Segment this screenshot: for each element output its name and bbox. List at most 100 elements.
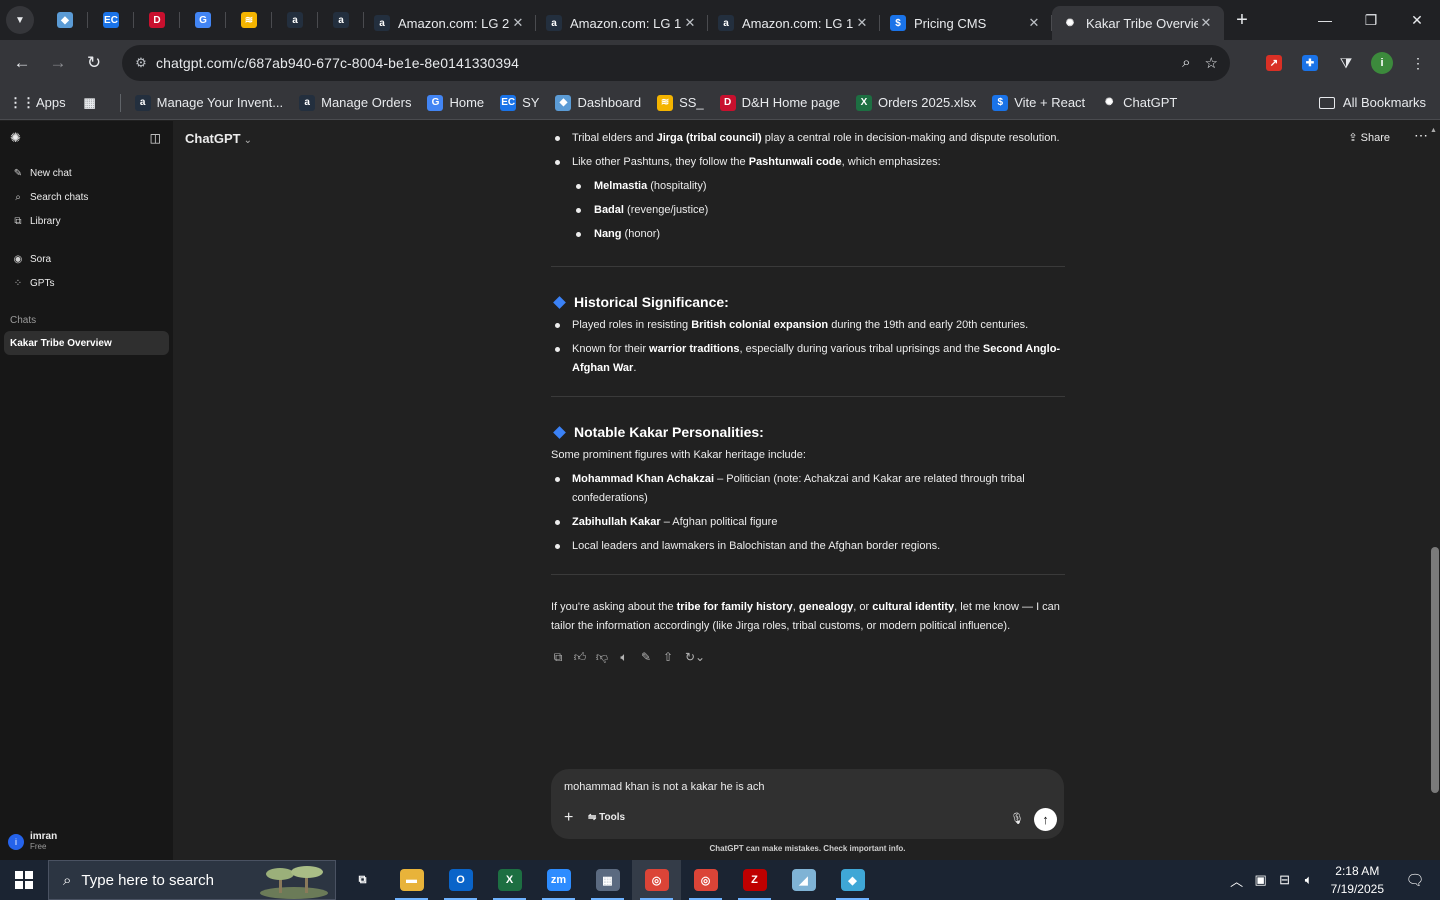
pinned-tab[interactable]: ◆	[42, 0, 88, 40]
volume-icon[interactable]: 🔈︎	[1297, 872, 1321, 888]
reload-button[interactable]: ↻	[76, 45, 112, 81]
sidebar-item-gpts[interactable]: ⁘ GPTs	[0, 271, 173, 295]
network-icon[interactable]: ⊟	[1273, 872, 1297, 888]
close-icon[interactable]: ✕	[854, 15, 870, 31]
bookmark-item[interactable]: a Manage Your Invent...	[134, 94, 283, 111]
browser-tab[interactable]: a Amazon.com: LG 1 ✕	[536, 6, 708, 40]
close-icon[interactable]: ✕	[510, 15, 526, 31]
restore-icon[interactable]: ❐	[1348, 0, 1394, 40]
send-button[interactable]: ↑	[1034, 808, 1057, 831]
pinned-tab[interactable]: EC	[88, 0, 134, 40]
regenerate-icon[interactable]: ↻⌄	[683, 648, 707, 667]
extension-red-icon[interactable]: ↗	[1260, 45, 1288, 81]
taskbar-app[interactable]: ▦	[583, 860, 632, 900]
taskbar-search[interactable]: ⌕ Type here to search	[48, 860, 336, 900]
network-alert-icon[interactable]: ▣	[1249, 872, 1273, 888]
sidebar-item-search-chats[interactable]: ⌕ Search chats	[0, 185, 173, 209]
bookmark-item[interactable]: D D&H Home page	[719, 94, 840, 111]
taskbar-app[interactable]: ◎	[632, 860, 681, 900]
bookmark-item[interactable]: EC SY	[500, 94, 539, 111]
share-message-icon[interactable]: ⇧	[661, 648, 675, 667]
sidebar-item-sora[interactable]: ◉ Sora	[0, 247, 173, 271]
browser-tab[interactable]: a Amazon.com: LG 1 ✕	[708, 6, 880, 40]
site-info-icon[interactable]: ⚙	[126, 55, 156, 71]
bookmark-item[interactable]: ▦	[82, 95, 104, 111]
more-options-icon[interactable]: ⋯	[1414, 127, 1428, 144]
back-button[interactable]: ←	[4, 45, 40, 81]
edit-icon[interactable]: ✎	[639, 648, 653, 667]
taskbar-app[interactable]: O	[436, 860, 485, 900]
bookmark-label: Manage Orders	[321, 95, 412, 110]
bookmark-item[interactable]: ◆ Dashboard	[555, 94, 641, 111]
list-item: Known for their warrior traditions, espe…	[551, 340, 1065, 378]
taskbar-app[interactable]: Z	[730, 860, 779, 900]
forward-button[interactable]: →	[40, 45, 76, 81]
close-icon[interactable]: ✕	[1198, 15, 1214, 31]
list-item: Like other Pashtuns, they follow the Pas…	[551, 153, 1065, 172]
bookmark-item[interactable]: G Home	[427, 94, 484, 111]
bookmark-star-icon[interactable]: ☆	[1205, 54, 1218, 72]
browser-tab[interactable]: ✺ Kakar Tribe Overvie ✕	[1052, 6, 1224, 40]
copy-icon[interactable]: ⧉	[551, 648, 565, 667]
close-window-icon[interactable]: ✕	[1394, 0, 1440, 40]
tab-search-button[interactable]: ▼	[6, 6, 34, 34]
pinned-tab[interactable]: a	[318, 0, 364, 40]
model-selector[interactable]: ChatGPT ⌄	[185, 131, 252, 146]
sidebar-chat-item[interactable]: Kakar Tribe Overview	[4, 331, 169, 355]
new-tab-button[interactable]: +	[1228, 6, 1256, 34]
browser-tab[interactable]: $ Pricing CMS ✕	[880, 6, 1052, 40]
clock[interactable]: 2:18 AM 7/19/2025	[1331, 862, 1384, 898]
pinned-tab[interactable]: D	[134, 0, 180, 40]
thumbs-down-icon[interactable]: 👎︎	[595, 648, 609, 667]
taskbar-app[interactable]: ⧉	[338, 860, 387, 900]
bookmark-label: Orders 2025.xlsx	[877, 95, 977, 110]
scroll-up-icon[interactable]: ▲	[1430, 127, 1437, 134]
taskbar-app[interactable]: ▬	[387, 860, 436, 900]
taskbar-app[interactable]: ◎	[681, 860, 730, 900]
read-aloud-icon[interactable]: 🔈︎	[617, 648, 631, 667]
extension-blue-icon[interactable]: ✚	[1296, 45, 1324, 81]
pinned-tab[interactable]: G	[180, 0, 226, 40]
all-bookmarks-button[interactable]: All Bookmarks	[1318, 95, 1426, 110]
browser-tab[interactable]: a Amazon.com: LG 2 ✕	[364, 6, 536, 40]
profile-button[interactable]: i	[1368, 45, 1396, 81]
url-text[interactable]: chatgpt.com/c/687ab940-677c-8004-be1e-8e…	[156, 55, 519, 71]
microphone-icon[interactable]: 🎙︎	[1010, 812, 1024, 825]
attach-plus-icon[interactable]: +	[564, 809, 573, 827]
zoom-icon[interactable]: ⌕	[1182, 54, 1190, 72]
extensions-puzzle-icon[interactable]: ⧩	[1332, 45, 1360, 81]
chat-composer[interactable]: mohammad khan is not a kakar he is ach +…	[551, 769, 1064, 839]
taskbar-app[interactable]: ◆	[828, 860, 877, 900]
minimize-icon[interactable]: —	[1302, 0, 1348, 40]
close-sidebar-icon[interactable]: ◫	[150, 131, 161, 145]
start-button[interactable]	[0, 860, 48, 900]
pinned-tab[interactable]: a	[272, 0, 318, 40]
browser-menu-icon[interactable]: ⋮	[1404, 45, 1432, 81]
chevron-up-icon[interactable]: ︿	[1225, 871, 1249, 890]
profile-avatar: i	[1371, 52, 1393, 74]
scrollbar[interactable]: ▲	[1430, 127, 1439, 800]
taskbar-app[interactable]: zm	[534, 860, 583, 900]
bookmark-item[interactable]: X Orders 2025.xlsx	[855, 94, 977, 111]
openai-logo-icon[interactable]: ✺	[10, 130, 21, 146]
share-button[interactable]: ⇪ Share	[1348, 131, 1390, 144]
bookmark-item[interactable]: ⋮⋮ Apps	[9, 95, 66, 111]
taskbar-app[interactable]: ◢	[779, 860, 828, 900]
taskbar-app[interactable]: X	[485, 860, 534, 900]
close-icon[interactable]: ✕	[1026, 15, 1042, 31]
tools-button[interactable]: ⇋ Tools	[588, 812, 625, 823]
bookmark-item[interactable]: ✺ ChatGPT	[1101, 94, 1177, 111]
notifications-icon[interactable]: 🗨︎	[1400, 871, 1430, 889]
sidebar-item-library[interactable]: ⧉ Library	[0, 209, 173, 233]
bookmark-item[interactable]: a Manage Orders	[299, 94, 412, 111]
user-menu[interactable]: i imran Free	[8, 831, 57, 852]
pinned-tab[interactable]: ≋	[226, 0, 272, 40]
address-bar[interactable]: ⚙ chatgpt.com/c/687ab940-677c-8004-be1e-…	[122, 45, 1230, 81]
bookmark-item[interactable]: $ Vite + React	[992, 94, 1085, 111]
scrollbar-thumb[interactable]	[1431, 547, 1439, 793]
close-icon[interactable]: ✕	[682, 15, 698, 31]
thumbs-up-icon[interactable]: 👍︎	[573, 648, 587, 667]
bookmark-item[interactable]: ≋ SS_	[657, 94, 704, 111]
prompt-input[interactable]: mohammad khan is not a kakar he is ach	[564, 781, 765, 793]
sidebar-item-new-chat[interactable]: ✎ New chat	[0, 161, 173, 185]
